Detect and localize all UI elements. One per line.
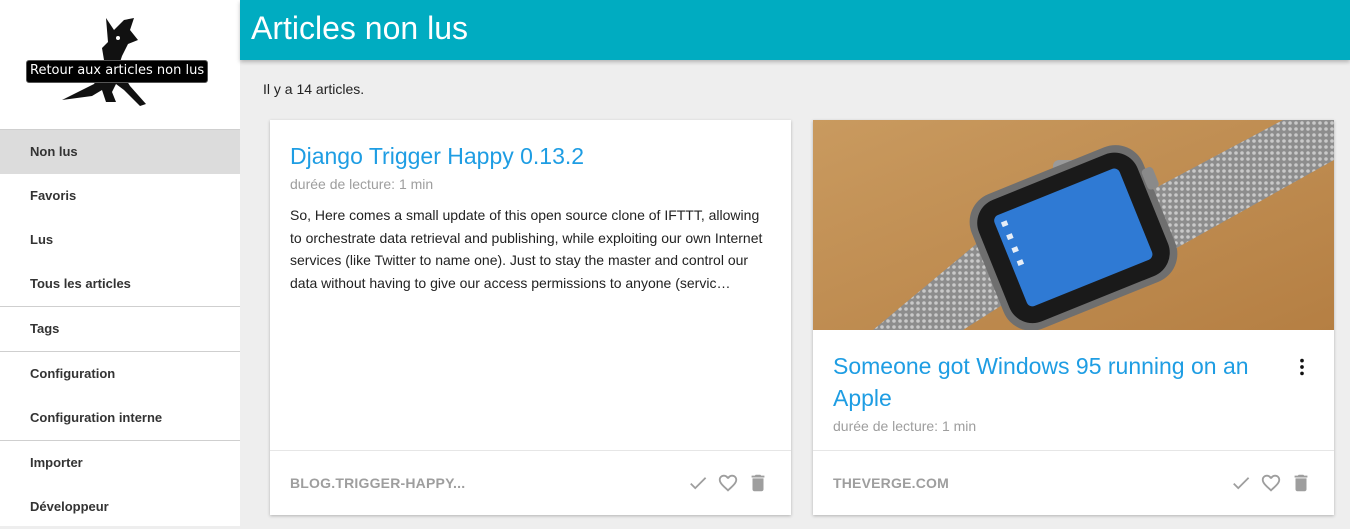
- sidebar-item-unread[interactable]: Non lus: [0, 130, 240, 174]
- page-title: Articles non lus: [251, 10, 468, 46]
- sidebar-item-config[interactable]: Configuration: [0, 352, 240, 396]
- article-title-link[interactable]: Someone got Windows 95 running on an App…: [833, 350, 1273, 414]
- reading-time: durée de lecture: 1 min: [833, 418, 977, 434]
- sidebar-item-tags[interactable]: Tags: [0, 307, 240, 351]
- sidebar: Retour aux articles non lus Non lus Favo…: [0, 0, 240, 526]
- favorite-button[interactable]: [1260, 472, 1282, 494]
- article-count: Il y a 14 articles.: [263, 81, 365, 97]
- heart-icon: [1261, 474, 1281, 492]
- trash-icon: [1294, 474, 1308, 492]
- mark-read-button[interactable]: [1230, 472, 1252, 494]
- sidebar-item-internal-config[interactable]: Configuration interne: [0, 396, 240, 440]
- article-card: Someone got Windows 95 running on an App…: [813, 120, 1334, 515]
- delete-button[interactable]: [747, 472, 769, 494]
- trash-icon: [751, 474, 765, 492]
- nav-group-tools: Importer Développeur: [0, 440, 240, 529]
- card-content: Someone got Windows 95 running on an App…: [833, 350, 1273, 434]
- tooltip: Retour aux articles non lus: [26, 60, 209, 83]
- article-card: Django Trigger Happy 0.13.2 durée de lec…: [270, 120, 791, 515]
- article-excerpt: So, Here comes a small update of this op…: [290, 207, 763, 291]
- nav-group-tags: Tags: [0, 306, 240, 351]
- sidebar-item-all[interactable]: Tous les articles: [0, 262, 240, 306]
- sidebar-item-starred[interactable]: Favoris: [0, 174, 240, 218]
- check-icon: [690, 477, 707, 490]
- card-actions: [1230, 472, 1312, 494]
- card-actions: [687, 472, 769, 494]
- card-menu-button[interactable]: [1291, 355, 1313, 379]
- article-thumbnail[interactable]: [813, 120, 1334, 330]
- sidebar-item-developer[interactable]: Développeur: [0, 485, 240, 529]
- nav-group-config: Configuration Configuration interne: [0, 351, 240, 440]
- check-icon: [1233, 477, 1250, 490]
- mark-read-button[interactable]: [687, 472, 709, 494]
- top-app-bar: Articles non lus: [240, 0, 1350, 60]
- card-footer: THEVERGE.COM: [813, 450, 1334, 515]
- article-source-link[interactable]: THEVERGE.COM: [833, 475, 949, 491]
- nav-group-articles: Non lus Favoris Lus Tous les articles: [0, 129, 240, 306]
- article-source-link[interactable]: BLOG.TRIGGER-HAPPY...: [290, 475, 465, 491]
- logo-area: Retour aux articles non lus: [0, 0, 240, 129]
- sidebar-item-read[interactable]: Lus: [0, 218, 240, 262]
- delete-button[interactable]: [1290, 472, 1312, 494]
- heart-icon: [718, 474, 738, 492]
- card-footer: BLOG.TRIGGER-HAPPY...: [270, 450, 791, 515]
- card-content: Django Trigger Happy 0.13.2 durée de lec…: [270, 120, 791, 294]
- apple-watch-image: [813, 120, 1334, 330]
- reading-time: durée de lecture: 1 min: [290, 176, 434, 192]
- article-title-link[interactable]: Django Trigger Happy 0.13.2: [290, 140, 771, 172]
- more-vert-icon: [1300, 358, 1304, 376]
- sidebar-item-import[interactable]: Importer: [0, 441, 240, 485]
- sidebar-nav: Non lus Favoris Lus Tous les articles Ta…: [0, 129, 240, 529]
- favorite-button[interactable]: [717, 472, 739, 494]
